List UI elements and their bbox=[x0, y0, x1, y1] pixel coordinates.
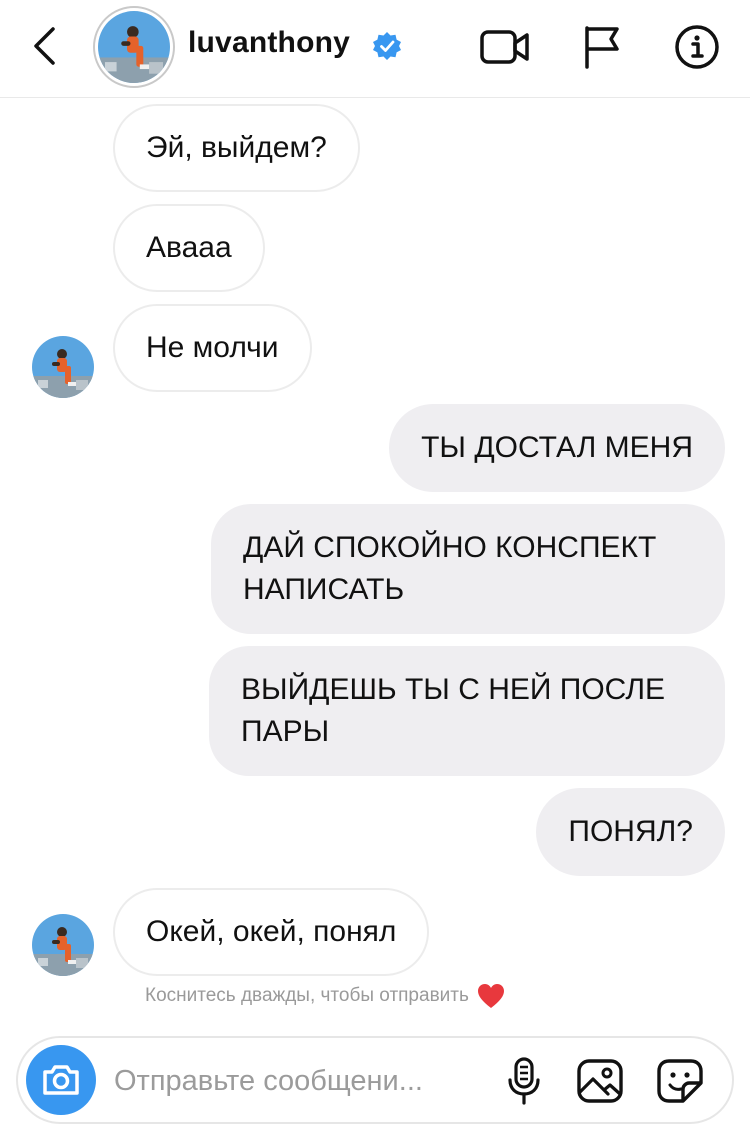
video-call-icon bbox=[480, 30, 529, 64]
message-text: ПАРЫ bbox=[241, 715, 330, 748]
heart-icon[interactable] bbox=[477, 983, 505, 1009]
message-text: ВЫЙДЕШЬ ТЫ С НЕЙ ПОСЛЕ bbox=[241, 673, 666, 706]
message-input[interactable] bbox=[114, 1060, 474, 1102]
profile-picture bbox=[98, 11, 170, 83]
info-button[interactable] bbox=[670, 22, 724, 72]
back-chevron-icon bbox=[34, 27, 55, 65]
incoming-message[interactable]: Не молчи bbox=[113, 304, 312, 392]
info-icon bbox=[675, 25, 719, 69]
incoming-message[interactable]: Окей, окей, понял bbox=[113, 888, 430, 976]
message-text: НАПИСАТЬ bbox=[243, 573, 405, 606]
voice-message-button[interactable] bbox=[498, 1055, 550, 1107]
sender-avatar[interactable] bbox=[32, 914, 94, 976]
outgoing-message[interactable]: ВЫЙДЕШЬ ТЫ С НЕЙ ПОСЛЕ ПАРЫ bbox=[209, 646, 725, 776]
back-button[interactable] bbox=[22, 20, 66, 72]
username[interactable]: luvanthony bbox=[188, 26, 350, 60]
hint-text: Коснитесь дважды, чтобы отправить bbox=[145, 985, 469, 1006]
camera-icon bbox=[43, 1065, 79, 1095]
header-avatar[interactable] bbox=[93, 6, 175, 88]
camera-button[interactable] bbox=[26, 1045, 96, 1115]
sticker-icon bbox=[657, 1059, 703, 1103]
double-tap-hint: Коснитесь дважды, чтобы отправить bbox=[145, 983, 505, 1009]
verified-badge-icon bbox=[373, 32, 401, 60]
flag-icon bbox=[585, 26, 619, 69]
chat-header: luvanthony bbox=[0, 0, 750, 98]
incoming-message[interactable]: Эй, выйдем? bbox=[113, 104, 360, 192]
sticker-button[interactable] bbox=[654, 1055, 706, 1107]
outgoing-message[interactable]: ДАЙ СПОКОЙНО КОНСПЕКТ НАПИСАТЬ bbox=[211, 504, 725, 634]
message-text: ДАЙ СПОКОЙНО КОНСПЕКТ bbox=[243, 531, 657, 564]
gallery-button[interactable] bbox=[574, 1055, 626, 1107]
outgoing-message[interactable]: ТЫ ДОСТАЛ МЕНЯ bbox=[389, 404, 725, 492]
report-button[interactable] bbox=[574, 22, 628, 72]
gallery-icon bbox=[577, 1059, 623, 1103]
sender-avatar[interactable] bbox=[32, 336, 94, 398]
message-text: ТЫ ДОСТАЛ МЕНЯ bbox=[421, 431, 693, 464]
outgoing-message[interactable]: ПОНЯЛ? bbox=[536, 788, 725, 876]
message-text: ПОНЯЛ? bbox=[568, 815, 693, 848]
incoming-message[interactable]: Аваaa bbox=[113, 204, 265, 292]
video-call-button[interactable] bbox=[478, 22, 532, 72]
message-composer bbox=[16, 1036, 734, 1124]
microphone-icon bbox=[508, 1057, 540, 1105]
